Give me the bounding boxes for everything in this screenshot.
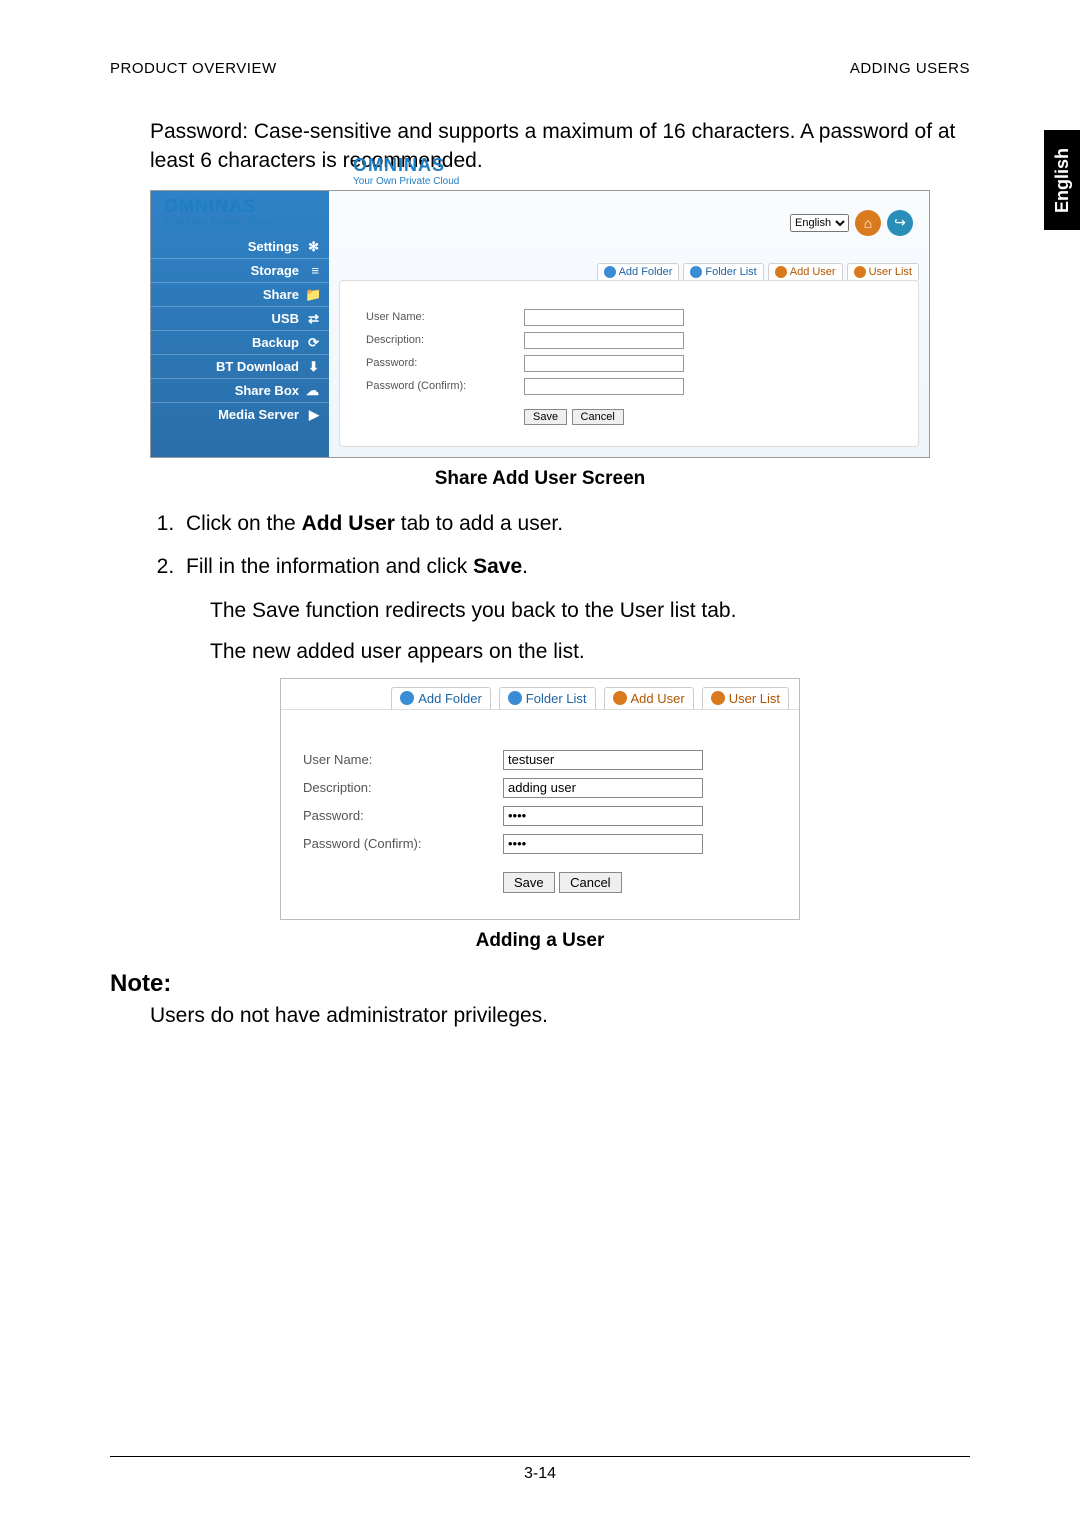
sidebar-item-share-box[interactable]: Share Box ☁ bbox=[151, 378, 329, 402]
folder-plus-icon bbox=[400, 691, 414, 705]
folder-list-icon bbox=[690, 266, 702, 278]
tab-label: Folder List bbox=[526, 691, 587, 706]
backup-icon: ⟳ bbox=[305, 335, 319, 349]
tab-bar: Add Folder Folder List Add User User Lis… bbox=[281, 679, 799, 710]
sidebar-item-bt-download[interactable]: BT Download ⬇ bbox=[151, 354, 329, 378]
header-left: PRODUCT OVERVIEW bbox=[110, 60, 277, 77]
tab-add-folder[interactable]: Add Folder bbox=[597, 263, 680, 280]
password-input[interactable] bbox=[503, 806, 703, 826]
user-list-icon bbox=[854, 266, 866, 278]
tab-label: User List bbox=[729, 691, 780, 706]
share-icon: 📁 bbox=[305, 287, 319, 301]
language-side-label: English bbox=[1052, 147, 1073, 212]
sidebar-item-label: Share Box bbox=[235, 383, 299, 398]
folder-plus-icon bbox=[604, 266, 616, 278]
usb-icon: ⇄ bbox=[305, 311, 319, 325]
tab-label: Add Folder bbox=[619, 266, 673, 278]
sidebar-item-label: Storage bbox=[251, 263, 299, 278]
tab-folder-list[interactable]: Folder List bbox=[499, 687, 596, 709]
folder-list-icon bbox=[508, 691, 522, 705]
step-1: Click on the Add User tab to add a user. bbox=[180, 508, 970, 540]
page-header: PRODUCT OVERVIEW ADDING USERS bbox=[110, 60, 970, 77]
tab-label: Folder List bbox=[705, 266, 756, 278]
product-logo: OMNINAS Your Own Private Cloud bbox=[341, 147, 459, 195]
tab-bar: Add Folder Folder List Add User User Lis… bbox=[329, 255, 929, 280]
tab-label: User List bbox=[869, 266, 912, 278]
box-icon: ☁ bbox=[305, 383, 319, 397]
tab-label: Add User bbox=[790, 266, 836, 278]
header-right: ADDING USERS bbox=[850, 60, 970, 77]
sidebar-item-settings[interactable]: Settings ✻ bbox=[151, 235, 329, 258]
user-name-label: User Name: bbox=[303, 752, 503, 767]
description-label: Description: bbox=[366, 334, 524, 346]
tab-add-user[interactable]: Add User bbox=[604, 687, 694, 709]
figure-caption-2: Adding a User bbox=[110, 930, 970, 952]
sidebar-item-label: Settings bbox=[248, 239, 299, 254]
step-2-sub-1: The Save function redirects you back to … bbox=[210, 595, 970, 627]
logo-tagline: Your Own Private Cloud bbox=[353, 176, 459, 187]
tab-label: Add Folder bbox=[418, 691, 482, 706]
tab-folder-list[interactable]: Folder List bbox=[683, 263, 763, 280]
user-plus-icon bbox=[613, 691, 627, 705]
download-icon: ⬇ bbox=[305, 359, 319, 373]
save-button[interactable]: Save bbox=[524, 409, 567, 425]
cancel-button[interactable]: Cancel bbox=[572, 409, 624, 425]
sidebar-item-storage[interactable]: Storage ≡ bbox=[151, 258, 329, 282]
password-confirm-input[interactable] bbox=[503, 834, 703, 854]
note-body: Users do not have administrator privileg… bbox=[150, 1004, 970, 1028]
sidebar-item-backup[interactable]: Backup ⟳ bbox=[151, 330, 329, 354]
media-icon: ▶ bbox=[305, 407, 319, 421]
sidebar-item-share[interactable]: Share 📁 bbox=[151, 282, 329, 306]
description-input[interactable] bbox=[503, 778, 703, 798]
password-label: Password: bbox=[366, 357, 524, 369]
description-label: Description: bbox=[303, 780, 503, 795]
add-user-form: User Name: Description: Password: Passwo… bbox=[281, 710, 799, 919]
user-name-input[interactable] bbox=[524, 309, 684, 326]
home-icon[interactable]: ⌂ bbox=[855, 210, 881, 236]
tab-user-list[interactable]: User List bbox=[847, 263, 919, 280]
note-heading: Note: bbox=[110, 970, 970, 998]
sidebar-item-label: Media Server bbox=[218, 407, 299, 422]
page-number: 3-14 bbox=[0, 1465, 1080, 1483]
description-input[interactable] bbox=[524, 332, 684, 349]
save-button[interactable]: Save bbox=[503, 872, 555, 893]
sidebar-item-media-server[interactable]: Media Server ▶ bbox=[151, 402, 329, 426]
user-name-input[interactable] bbox=[503, 750, 703, 770]
logout-icon[interactable]: ↪ bbox=[887, 210, 913, 236]
tab-add-user[interactable]: Add User bbox=[768, 263, 843, 280]
instruction-list: Click on the Add User tab to add a user.… bbox=[180, 508, 970, 583]
step-2: Fill in the information and click Save. bbox=[180, 551, 970, 583]
password-confirm-label: Password (Confirm): bbox=[366, 380, 524, 392]
password-label: Password: bbox=[303, 808, 503, 823]
language-select[interactable]: English bbox=[790, 214, 849, 232]
add-user-form: User Name: Description: Password: Passwo… bbox=[339, 280, 919, 447]
sidebar-item-label: Share bbox=[263, 287, 299, 302]
user-name-label: User Name: bbox=[366, 311, 524, 323]
product-logo: OMNINAS Your Own Private Cloud bbox=[164, 196, 270, 228]
sidebar-item-label: BT Download bbox=[216, 359, 299, 374]
footer-rule bbox=[110, 1456, 970, 1457]
screenshot-add-user-blank: Settings ✻ Storage ≡ Share 📁 USB ⇄ Backup ⟳ B… bbox=[150, 190, 930, 458]
language-side-tab: English bbox=[1044, 130, 1080, 230]
figure-caption-1: Share Add User Screen bbox=[110, 468, 970, 490]
intro-paragraph: Password: Case-sensitive and supports a … bbox=[150, 117, 970, 176]
password-confirm-input[interactable] bbox=[524, 378, 684, 395]
logo-text: OMNINAS bbox=[353, 155, 459, 176]
user-list-icon bbox=[711, 691, 725, 705]
sidebar-item-usb[interactable]: USB ⇄ bbox=[151, 306, 329, 330]
tab-user-list[interactable]: User List bbox=[702, 687, 789, 709]
tab-label: Add User bbox=[631, 691, 685, 706]
user-plus-icon bbox=[775, 266, 787, 278]
screenshot-add-user-filled: Add Folder Folder List Add User User Lis… bbox=[280, 678, 800, 920]
sidebar: Settings ✻ Storage ≡ Share 📁 USB ⇄ Backup ⟳ B… bbox=[151, 191, 329, 457]
storage-icon: ≡ bbox=[305, 263, 319, 277]
sidebar-item-label: USB bbox=[272, 311, 299, 326]
sidebar-item-label: Backup bbox=[252, 335, 299, 350]
tab-add-folder[interactable]: Add Folder bbox=[391, 687, 491, 709]
password-confirm-label: Password (Confirm): bbox=[303, 836, 503, 851]
cancel-button[interactable]: Cancel bbox=[559, 872, 621, 893]
gear-icon: ✻ bbox=[305, 239, 319, 253]
step-2-sub-2: The new added user appears on the list. bbox=[210, 636, 970, 668]
password-input[interactable] bbox=[524, 355, 684, 372]
